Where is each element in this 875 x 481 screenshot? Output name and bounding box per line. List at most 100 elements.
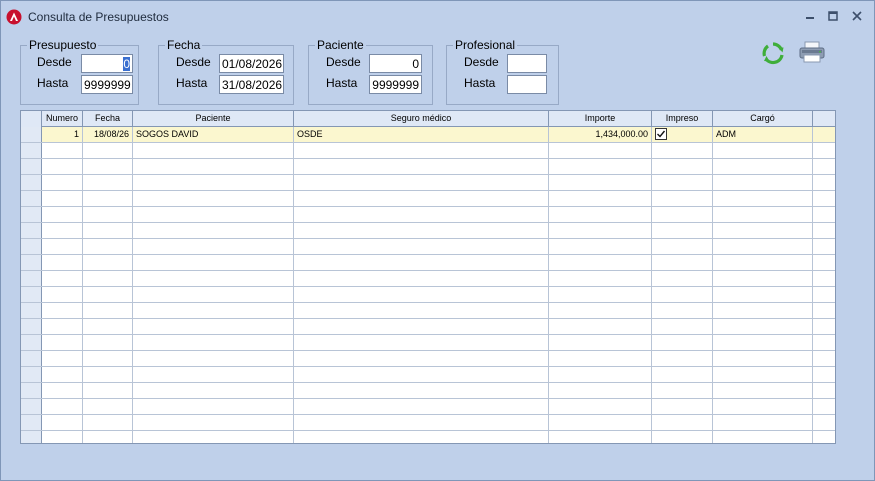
restore-button[interactable] bbox=[824, 8, 842, 24]
grid-cell bbox=[652, 191, 713, 206]
profesional-hasta-input[interactable] bbox=[507, 75, 547, 94]
table-row[interactable] bbox=[21, 191, 835, 207]
grid-cell bbox=[294, 335, 549, 350]
refresh-icon[interactable] bbox=[761, 41, 785, 65]
row-indicator[interactable] bbox=[21, 207, 42, 222]
grid-cell bbox=[42, 319, 83, 334]
profesional-desde-input[interactable] bbox=[507, 54, 547, 73]
grid-cell bbox=[813, 143, 835, 158]
row-indicator[interactable] bbox=[21, 271, 42, 286]
row-indicator[interactable] bbox=[21, 255, 42, 270]
grid-cell bbox=[133, 431, 294, 443]
fecha-desde-input[interactable]: 01/08/2026 bbox=[219, 54, 284, 73]
group-fecha: Fecha Desde Hasta 01/08/2026 31/08/2026 bbox=[158, 38, 294, 105]
group-paciente-title: Paciente bbox=[315, 38, 366, 52]
table-row[interactable] bbox=[21, 143, 835, 159]
table-row[interactable] bbox=[21, 175, 835, 191]
presupuesto-desde-input[interactable]: 0 bbox=[81, 54, 133, 73]
col-header-fecha[interactable]: Fecha bbox=[83, 111, 133, 127]
grid-cell bbox=[133, 399, 294, 414]
grid-cell bbox=[652, 207, 713, 222]
grid-cell bbox=[133, 239, 294, 254]
col-header-paciente[interactable]: Paciente bbox=[133, 111, 294, 127]
group-fecha-title: Fecha bbox=[165, 38, 203, 52]
paciente-hasta-input[interactable]: 9999999 bbox=[369, 75, 422, 94]
grid-cell bbox=[133, 207, 294, 222]
title-bar[interactable]: Consulta de Presupuestos bbox=[1, 1, 874, 31]
table-row[interactable] bbox=[21, 399, 835, 415]
presupuesto-hasta-input[interactable]: 9999999 bbox=[81, 75, 133, 94]
table-row[interactable] bbox=[21, 207, 835, 223]
minimize-button[interactable] bbox=[801, 8, 819, 24]
table-row[interactable] bbox=[21, 271, 835, 287]
row-indicator[interactable] bbox=[21, 239, 42, 254]
grid-cell bbox=[813, 303, 835, 318]
table-row[interactable] bbox=[21, 255, 835, 271]
row-indicator[interactable] bbox=[21, 367, 42, 382]
table-row[interactable] bbox=[21, 239, 835, 255]
table-row[interactable]: 1 18/08/26 SOGOS DAVID OSDE 1,434,000.00… bbox=[21, 127, 835, 143]
grid-cell bbox=[133, 143, 294, 158]
header-indicator bbox=[21, 111, 42, 127]
grid-cell bbox=[713, 143, 813, 158]
table-row[interactable] bbox=[21, 159, 835, 175]
col-header-numero[interactable]: Numero bbox=[42, 111, 83, 127]
col-header-cargo[interactable]: Cargó bbox=[713, 111, 813, 127]
table-row[interactable] bbox=[21, 383, 835, 399]
grid-cell bbox=[83, 415, 133, 430]
row-indicator[interactable] bbox=[21, 383, 42, 398]
impreso-checkbox[interactable] bbox=[655, 128, 667, 140]
row-indicator[interactable] bbox=[21, 175, 42, 190]
row-indicator[interactable] bbox=[21, 399, 42, 414]
table-row[interactable] bbox=[21, 303, 835, 319]
row-indicator[interactable] bbox=[21, 143, 42, 158]
table-row[interactable] bbox=[21, 335, 835, 351]
row-indicator[interactable] bbox=[21, 431, 42, 443]
grid-cell bbox=[713, 255, 813, 270]
grid-cell bbox=[813, 239, 835, 254]
row-indicator[interactable] bbox=[21, 303, 42, 318]
grid-cell bbox=[42, 159, 83, 174]
row-indicator[interactable] bbox=[21, 335, 42, 350]
table-row[interactable] bbox=[21, 223, 835, 239]
group-paciente: Paciente Desde Hasta 0 9999999 bbox=[308, 38, 433, 105]
col-header-importe[interactable]: Importe bbox=[549, 111, 652, 127]
grid-cell bbox=[813, 175, 835, 190]
printer-icon[interactable] bbox=[798, 40, 826, 64]
col-header-impreso[interactable]: Impreso bbox=[652, 111, 713, 127]
table-row[interactable] bbox=[21, 415, 835, 431]
grid-cell bbox=[713, 399, 813, 414]
row-indicator[interactable] bbox=[21, 351, 42, 366]
grid-cell bbox=[42, 383, 83, 398]
row-indicator[interactable] bbox=[21, 159, 42, 174]
grid-cell bbox=[83, 351, 133, 366]
close-button[interactable] bbox=[848, 8, 866, 24]
row-indicator[interactable] bbox=[21, 223, 42, 238]
grid-cell bbox=[652, 431, 713, 443]
table-row[interactable] bbox=[21, 351, 835, 367]
row-indicator[interactable] bbox=[21, 191, 42, 206]
row-indicator[interactable] bbox=[21, 127, 42, 142]
paciente-desde-input[interactable]: 0 bbox=[369, 54, 422, 73]
col-header-seguro[interactable]: Seguro médico bbox=[294, 111, 549, 127]
table-row[interactable] bbox=[21, 431, 835, 443]
row-indicator[interactable] bbox=[21, 415, 42, 430]
table-row[interactable] bbox=[21, 287, 835, 303]
grid-cell bbox=[294, 431, 549, 443]
row-indicator[interactable] bbox=[21, 319, 42, 334]
grid-cell bbox=[294, 191, 549, 206]
grid-cell bbox=[813, 159, 835, 174]
table-row[interactable] bbox=[21, 319, 835, 335]
grid-cell bbox=[294, 303, 549, 318]
grid-cell bbox=[652, 351, 713, 366]
row-indicator[interactable] bbox=[21, 287, 42, 302]
grid-cell bbox=[549, 223, 652, 238]
grid-cell bbox=[549, 431, 652, 443]
grid-cell bbox=[813, 351, 835, 366]
presupuesto-desde-value: 0 bbox=[123, 57, 130, 71]
table-row[interactable] bbox=[21, 367, 835, 383]
presupuestos-grid[interactable]: Numero Fecha Paciente Seguro médico Impo… bbox=[20, 110, 836, 444]
grid-cell bbox=[42, 143, 83, 158]
fecha-hasta-input[interactable]: 31/08/2026 bbox=[219, 75, 284, 94]
grid-cell bbox=[83, 303, 133, 318]
